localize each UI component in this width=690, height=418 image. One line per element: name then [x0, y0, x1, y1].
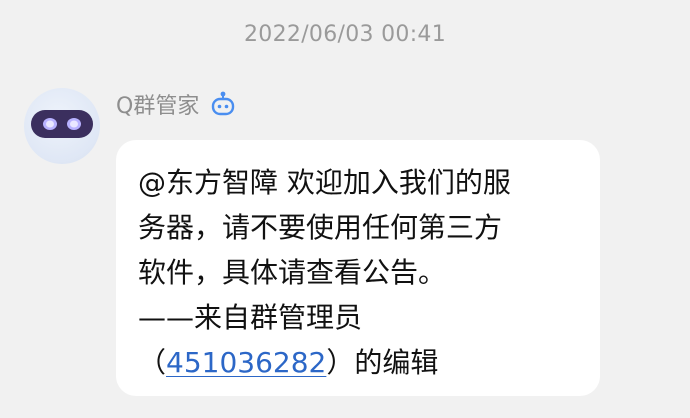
sender-row: Q群管家 — [116, 88, 237, 120]
message-line: 软件，具体请查看公告。 — [138, 256, 447, 289]
message-line: @东方智障 欢迎加入我们的服 — [138, 166, 511, 199]
editor-id-link[interactable]: 451036282 — [166, 346, 326, 379]
message-timestamp: 2022/06/03 00:41 — [244, 22, 446, 47]
robot-icon[interactable] — [209, 90, 237, 118]
message-line: 务器，请不要使用任何第三方 — [138, 211, 503, 244]
editor-prefix: （ — [138, 346, 167, 379]
editor-line: （451036282）的编辑 — [138, 340, 578, 385]
robot-avatar-icon — [31, 110, 93, 138]
message-bubble[interactable]: @东方智障 欢迎加入我们的服 务器，请不要使用任何第三方 软件，具体请查看公告。… — [116, 140, 600, 396]
editor-suffix: ）的编辑 — [326, 346, 439, 379]
sender-name[interactable]: Q群管家 — [116, 88, 199, 120]
message-text: @东方智障 欢迎加入我们的服 务器，请不要使用任何第三方 软件，具体请查看公告。… — [138, 160, 578, 385]
avatar[interactable] — [24, 88, 100, 164]
message-line: ——来自群管理员 — [138, 301, 363, 334]
